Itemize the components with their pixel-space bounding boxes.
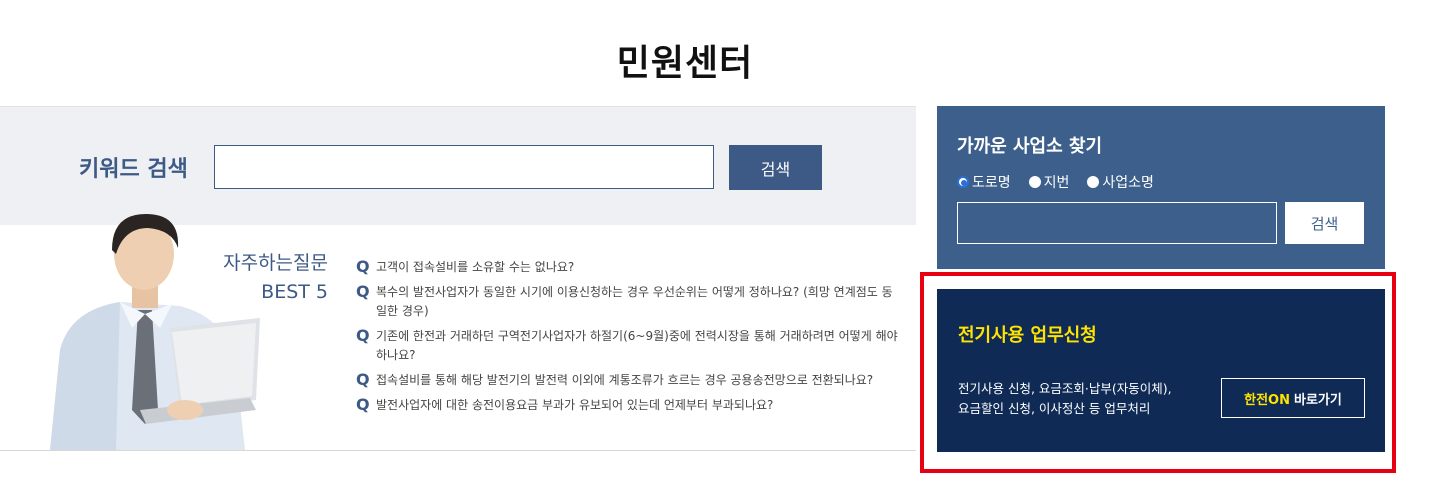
office-search-input[interactable] — [957, 202, 1277, 244]
faq-question-link[interactable]: 기존에 한전과 거래하던 구역전기사업자가 하절기(6~9월)중에 전력시장을 … — [376, 327, 901, 365]
faq-q-marker: Q — [356, 370, 370, 389]
shortcut-label: 바로가기 — [1294, 392, 1342, 408]
faq-question-link[interactable]: 접속설비를 통해 해당 발전기의 발전력 이외에 계통조류가 흐르는 경우 공용… — [376, 371, 873, 390]
faq-item[interactable]: Q 복수의 발전사업자가 동일한 시기에 이용신청하는 경우 우선순위는 어떻게… — [356, 283, 901, 321]
faq-q-marker: Q — [356, 257, 370, 276]
radio-road-name[interactable]: 도로명 — [957, 172, 1011, 192]
radio-unchecked-icon[interactable] — [1028, 176, 1041, 188]
office-finder-title: 가까운 사업소 찾기 — [957, 136, 1103, 157]
faq-heading: 자주하는질문 BEST 5 — [200, 248, 328, 303]
office-search-button[interactable]: 검색 — [1285, 202, 1364, 244]
radio-unchecked-icon[interactable] — [1087, 176, 1100, 188]
radio-label: 사업소명 — [1102, 175, 1154, 191]
search-type-radio-group: 도로명 지번 사업소명 — [957, 172, 1154, 192]
faq-question-link[interactable]: 고객이 접속설비를 소유할 수는 없나요? — [376, 258, 574, 277]
keyword-search-band: 키워드 검색 검색 — [0, 106, 916, 225]
service-application-panel: 전기사용 업무신청 전기사용 신청, 요금조회·납부(자동이체), 요금할인 신… — [937, 289, 1385, 452]
radio-label: 도로명 — [972, 175, 1011, 191]
office-finder-panel: 가까운 사업소 찾기 도로명 지번 사업소명 검색 — [937, 106, 1385, 269]
faq-item[interactable]: Q 고객이 접속설비를 소유할 수는 없나요? — [356, 258, 901, 277]
faq-question-link[interactable]: 발전사업자에 대한 송전이용요금 부과가 유보되어 있는데 언제부터 부과되나요… — [376, 396, 773, 415]
service-title: 전기사용 업무신청 — [958, 325, 1097, 346]
faq-q-marker: Q — [356, 326, 370, 345]
faq-title: 자주하는질문 — [223, 252, 328, 274]
faq-question-link[interactable]: 복수의 발전사업자가 동일한 시기에 이용신청하는 경우 우선순위는 어떻게 정… — [376, 283, 901, 321]
faq-subtitle: BEST 5 — [261, 281, 328, 303]
keyword-search-label: 키워드 검색 — [79, 157, 188, 182]
radio-office-name[interactable]: 사업소명 — [1087, 172, 1154, 192]
faq-list: Q 고객이 접속설비를 소유할 수는 없나요? Q 복수의 발전사업자가 동일한… — [356, 258, 901, 421]
page-title: 민원센터 — [616, 43, 754, 84]
keyword-search-button[interactable]: 검색 — [729, 145, 822, 190]
faq-q-marker: Q — [356, 282, 370, 301]
radio-checked-icon[interactable] — [957, 176, 969, 188]
customer-person-image — [50, 214, 260, 450]
faq-item[interactable]: Q 기존에 한전과 거래하던 구역전기사업자가 하절기(6~9월)중에 전력시장… — [356, 327, 901, 365]
kepco-on-shortcut-button[interactable]: 한전ON 바로가기 — [1221, 378, 1365, 418]
service-desc-line: 요금할인 신청, 이사정산 등 업무처리 — [958, 401, 1151, 416]
radio-label: 지번 — [1043, 175, 1070, 191]
faq-item[interactable]: Q 접속설비를 통해 해당 발전기의 발전력 이외에 계통조류가 흐르는 경우 … — [356, 371, 901, 390]
faq-q-marker: Q — [356, 395, 370, 414]
keyword-search-input[interactable] — [214, 145, 714, 189]
service-desc-line: 전기사용 신청, 요금조회·납부(자동이체), — [958, 381, 1172, 396]
faq-item[interactable]: Q 발전사업자에 대한 송전이용요금 부과가 유보되어 있는데 언제부터 부과되… — [356, 396, 901, 415]
service-description: 전기사용 신청, 요금조회·납부(자동이체), 요금할인 신청, 이사정산 등 … — [958, 379, 1172, 419]
kepco-on-brand: 한전ON — [1244, 392, 1290, 408]
radio-lot-number[interactable]: 지번 — [1028, 172, 1070, 192]
